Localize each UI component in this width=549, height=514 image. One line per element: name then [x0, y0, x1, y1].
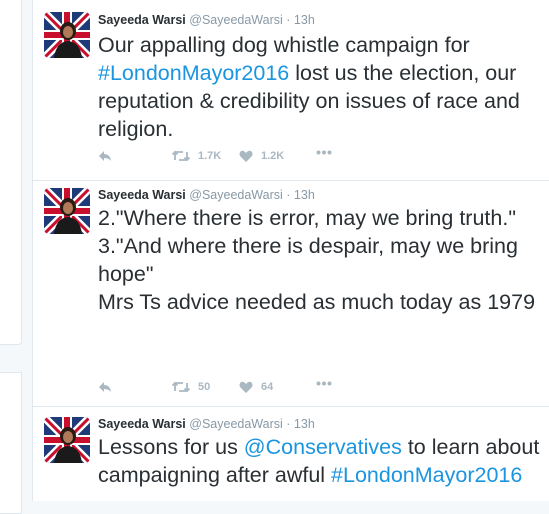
like-button[interactable]: 1.2K: [239, 150, 284, 162]
reply-button[interactable]: [98, 381, 112, 393]
avatar[interactable]: [44, 188, 90, 234]
left-sidebar-card-2: [0, 372, 22, 514]
username[interactable]: @SayeedaWarsi: [189, 13, 283, 27]
retweet-count: 1.7K: [198, 150, 222, 162]
tweet[interactable]: Sayeeda Warsi @SayeedaWarsi · 13h 2."Whe…: [33, 181, 549, 407]
retweet-count: 50: [198, 381, 211, 393]
username[interactable]: @SayeedaWarsi: [189, 417, 283, 431]
tweet-header: Sayeeda Warsi @SayeedaWarsi · 13h: [98, 13, 315, 27]
text-segment: Our appalling dog whistle campaign for: [98, 33, 476, 57]
retweet-button[interactable]: 50: [172, 381, 210, 393]
heart-icon: [239, 150, 253, 162]
avatar-image: [44, 417, 90, 463]
tweet-stream: Sayeeda Warsi @SayeedaWarsi · 13h Our ap…: [32, 0, 549, 501]
like-count: 64: [261, 381, 274, 393]
avatar-image: [44, 12, 90, 58]
retweet-icon: [172, 150, 190, 162]
more-button[interactable]: [316, 150, 332, 155]
separator: ·: [286, 417, 291, 431]
tweet-header: Sayeeda Warsi @SayeedaWarsi · 13h: [98, 417, 315, 431]
fullname[interactable]: Sayeeda Warsi: [98, 13, 186, 27]
tweet-text: Lessons for us @Conservatives to learn a…: [98, 433, 549, 489]
separator: ·: [286, 13, 291, 27]
more-button[interactable]: [316, 381, 332, 386]
hashtag-link[interactable]: #LondonMayor2016: [98, 61, 289, 85]
hashtag-link[interactable]: #LondonMayor2016: [331, 463, 522, 487]
tweet-text: 2."Where there is error, may we bring tr…: [98, 206, 536, 314]
timestamp[interactable]: 13h: [294, 13, 315, 27]
left-sidebar-card: [0, 0, 22, 345]
timestamp[interactable]: 13h: [294, 188, 315, 202]
tweet-header: Sayeeda Warsi @SayeedaWarsi · 13h: [98, 188, 315, 202]
avatar[interactable]: [44, 12, 90, 58]
separator: ·: [286, 188, 291, 202]
like-button[interactable]: 64: [239, 381, 273, 393]
like-count: 1.2K: [261, 150, 285, 162]
fullname[interactable]: Sayeeda Warsi: [98, 188, 186, 202]
retweet-button[interactable]: 1.7K: [172, 150, 221, 162]
reply-icon: [99, 151, 111, 161]
more-icon: [316, 381, 332, 386]
heart-icon: [239, 381, 253, 393]
tweet[interactable]: Sayeeda Warsi @SayeedaWarsi · 13h Lesson…: [33, 407, 549, 501]
timestamp[interactable]: 13h: [294, 417, 315, 431]
reply-button[interactable]: [98, 150, 112, 162]
reply-icon: [99, 382, 111, 392]
text-segment: Lessons for us: [98, 435, 244, 459]
tweet-text: Our appalling dog whistle campaign for #…: [98, 31, 549, 143]
avatar-image: [44, 188, 90, 234]
more-icon: [316, 150, 332, 155]
avatar[interactable]: [44, 417, 90, 463]
mention-link[interactable]: @Conservatives: [244, 435, 402, 459]
username[interactable]: @SayeedaWarsi: [189, 188, 283, 202]
tweet[interactable]: Sayeeda Warsi @SayeedaWarsi · 13h Our ap…: [33, 0, 549, 181]
retweet-icon: [172, 381, 190, 393]
fullname[interactable]: Sayeeda Warsi: [98, 417, 186, 431]
